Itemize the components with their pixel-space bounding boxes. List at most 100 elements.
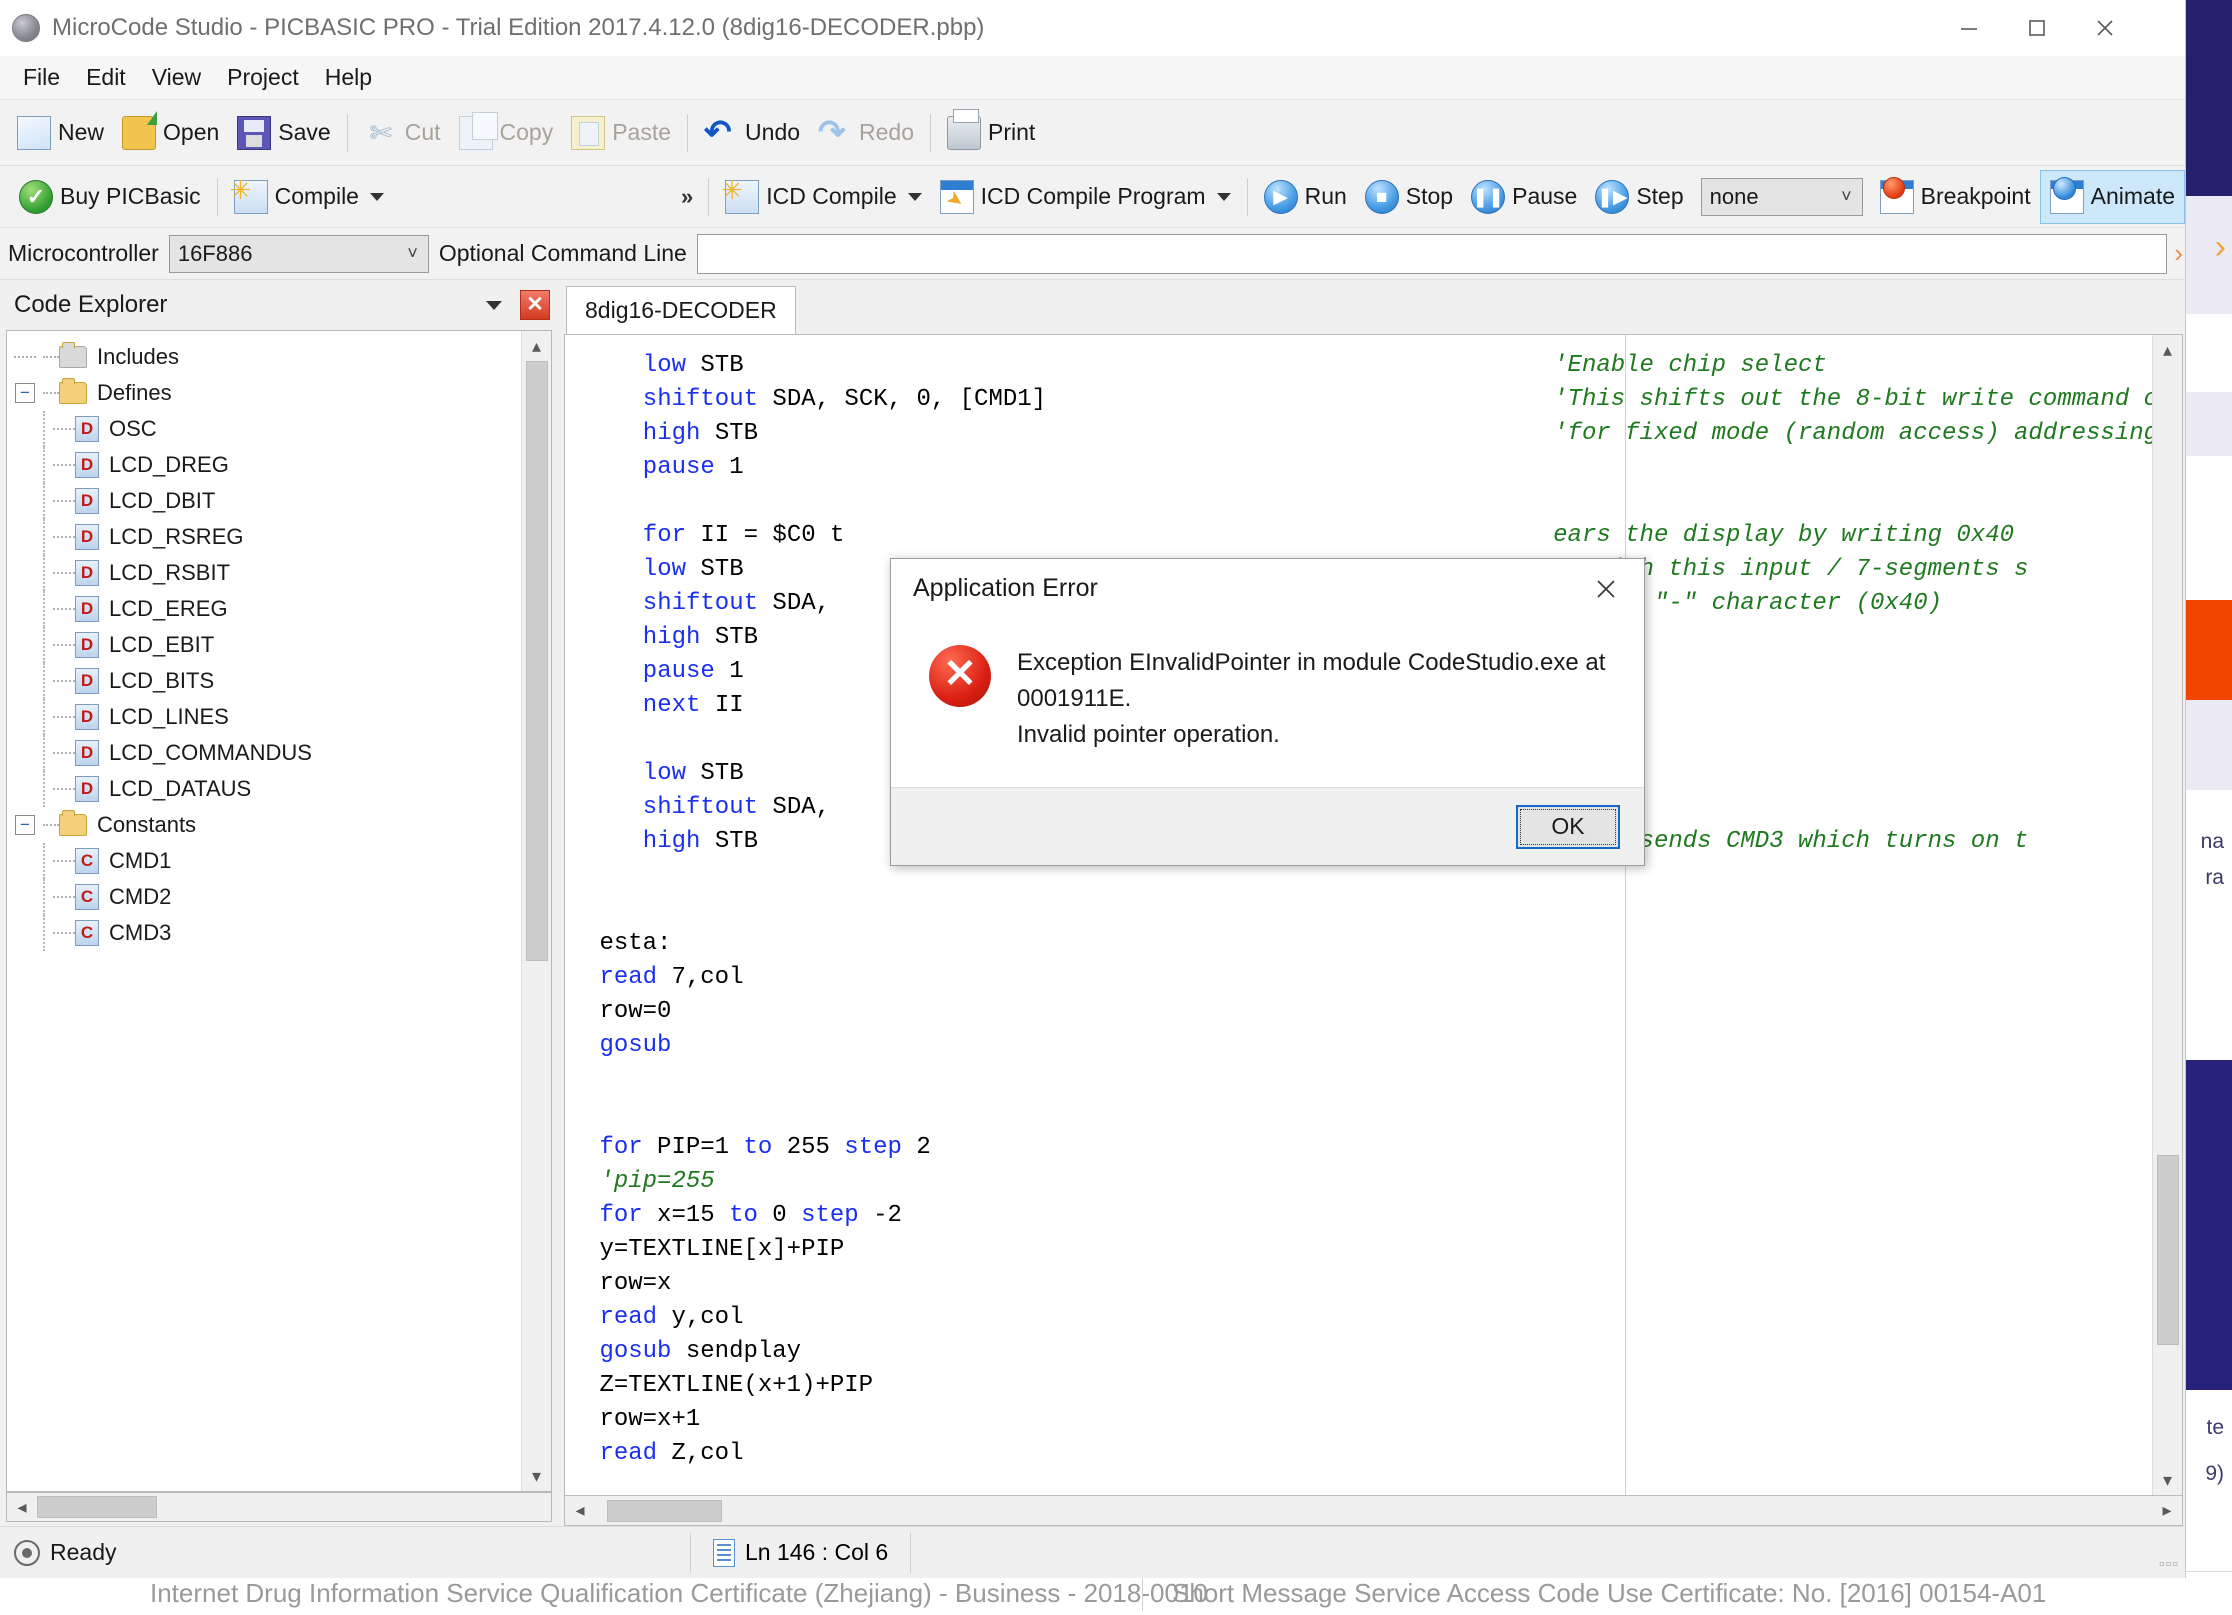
tree-item-label: LCD_DATAUS bbox=[109, 776, 252, 801]
tree-item-lcd-ereg[interactable]: D LCD_EREG bbox=[7, 591, 521, 627]
editor-vertical-scrollbar[interactable]: ▴ ▾ bbox=[2152, 335, 2182, 1495]
code-keyword: low bbox=[642, 556, 701, 583]
pause-button[interactable]: ❚❚ Pause bbox=[1462, 170, 1586, 224]
icd-compile-button[interactable]: ICD Compile bbox=[716, 170, 930, 224]
scroll-up-icon[interactable]: ▴ bbox=[2153, 335, 2183, 365]
code-editor[interactable]: low STB 'Enable chip select shiftout SDA, … bbox=[565, 335, 2152, 1495]
maximize-button[interactable] bbox=[2003, 0, 2071, 56]
tree-item-label: LCD_RSREG bbox=[109, 524, 244, 549]
menu-item-project[interactable]: Project bbox=[214, 60, 312, 95]
icd-compile-program-button[interactable]: ICD Compile Program bbox=[931, 170, 1240, 224]
print-button[interactable]: Print bbox=[938, 106, 1044, 160]
status-text: Ready bbox=[50, 1539, 117, 1565]
tree-item-cmd1[interactable]: C CMD1 bbox=[7, 843, 521, 879]
microcontroller-select[interactable]: 16F886 ˅ bbox=[168, 234, 429, 273]
scroll-down-icon[interactable]: ▾ bbox=[2153, 1465, 2183, 1495]
tree-item-lcd-ebit[interactable]: D LCD_EBIT bbox=[7, 627, 521, 663]
tree-item-cmd3[interactable]: C CMD3 bbox=[7, 915, 521, 951]
tree-item-lcd-dataus[interactable]: D LCD_DATAUS bbox=[7, 771, 521, 807]
tree-connector-line bbox=[53, 752, 75, 754]
code-identifier: row=x+1 bbox=[599, 1406, 701, 1433]
define-badge-icon: D bbox=[75, 452, 99, 478]
tree-item-lcd-dbit[interactable]: D LCD_DBIT bbox=[7, 483, 521, 519]
icd-compile-chevron-down-icon[interactable] bbox=[907, 192, 922, 201]
ok-button[interactable]: OK bbox=[1516, 804, 1620, 849]
editor-hscroll-thumb[interactable] bbox=[607, 1499, 722, 1522]
minimize-button[interactable] bbox=[1935, 0, 2003, 56]
close-icon[interactable] bbox=[1582, 569, 1630, 609]
close-button[interactable] bbox=[2071, 0, 2139, 56]
undo-button[interactable]: ↶ Undo bbox=[695, 106, 809, 160]
dialog-body: ✕ Exception EInvalidPointer in module Co… bbox=[891, 617, 1644, 787]
menu-item-edit[interactable]: Edit bbox=[73, 60, 139, 95]
background-footer-right-text: Short Message Service Access Code Use Ce… bbox=[1172, 1578, 2047, 1608]
tree-expander-icon[interactable]: − bbox=[15, 815, 35, 835]
define-badge-icon: D bbox=[75, 776, 99, 802]
run-button[interactable]: ▶ Run bbox=[1255, 170, 1356, 224]
resize-grip-icon[interactable]: ▫▫▫ bbox=[2159, 1556, 2179, 1574]
explorer-horizontal-scrollbar[interactable]: ◂ bbox=[6, 1492, 552, 1522]
breakpoint-button[interactable]: Breakpoint bbox=[1871, 170, 2040, 224]
tree-item-lcd-rsbit[interactable]: D LCD_RSBIT bbox=[7, 555, 521, 591]
menu-item-help[interactable]: Help bbox=[312, 60, 385, 95]
icd-compile-program-chevron-down-icon[interactable] bbox=[1216, 192, 1231, 201]
tree-item-includes[interactable]: Includes bbox=[7, 339, 521, 375]
code-identifier: 1 bbox=[729, 658, 744, 685]
step-circle-icon: ❚▶ bbox=[1595, 179, 1630, 214]
scroll-right-icon[interactable]: ▸ bbox=[2152, 1496, 2182, 1526]
scroll-left-icon[interactable]: ◂ bbox=[7, 1492, 37, 1522]
code-identifier: SDA, SCK, 0, [CMD1] bbox=[772, 386, 1047, 413]
breakpoint-icon bbox=[1879, 176, 1914, 214]
code-identifier: STB bbox=[700, 556, 744, 583]
editor-scroll-thumb[interactable] bbox=[2156, 1155, 2179, 1345]
tree-item-lcd-commandus[interactable]: D LCD_COMMANDUS bbox=[7, 735, 521, 771]
dialog-message-line-2: 0001911E. bbox=[1017, 685, 1132, 712]
step-mode-select[interactable]: none ˅ bbox=[1700, 177, 1863, 216]
play-circle-icon: ▶ bbox=[1263, 179, 1298, 214]
animate-button[interactable]: Animate bbox=[2039, 169, 2185, 224]
code-comment: 'Enable chip select bbox=[1553, 352, 1827, 379]
code-identifier: y,col bbox=[671, 1304, 744, 1331]
open-button[interactable]: Open bbox=[113, 106, 228, 160]
code-identifier: 0 bbox=[772, 1202, 802, 1229]
background-side-text-3: te bbox=[2206, 1416, 2224, 1439]
close-icon[interactable]: ✕ bbox=[520, 290, 550, 320]
tree-item-lcd-rsreg[interactable]: D LCD_RSREG bbox=[7, 519, 521, 555]
scroll-up-icon[interactable]: ▴ bbox=[522, 331, 552, 361]
scroll-left-icon[interactable]: ◂ bbox=[565, 1496, 595, 1526]
tab-8dig16-decoder[interactable]: 8dig16-DECODER bbox=[566, 286, 796, 334]
toolbar-overflow-button[interactable]: » bbox=[681, 184, 693, 210]
chevron-down-icon: ˅ bbox=[407, 243, 418, 263]
buy-picbasic-button[interactable]: ✓ Buy PICBasic bbox=[10, 170, 210, 224]
tree-item-lcd-dreg[interactable]: D LCD_DREG bbox=[7, 447, 521, 483]
code-keyword: next bbox=[642, 692, 715, 719]
chevron-down-icon[interactable] bbox=[486, 300, 502, 310]
command-line-input[interactable] bbox=[696, 233, 2167, 274]
dialog-title: Application Error bbox=[913, 573, 1098, 602]
explorer-vertical-scrollbar[interactable]: ▴ ▾ bbox=[521, 331, 551, 1491]
code-line-text: shiftout SDA, bbox=[643, 587, 830, 621]
ok-button-label: OK bbox=[1551, 813, 1585, 839]
explorer-scroll-thumb[interactable] bbox=[525, 361, 548, 961]
tree-item-lcd-lines[interactable]: D LCD_LINES bbox=[7, 699, 521, 735]
compile-button[interactable]: Compile bbox=[225, 170, 393, 224]
tree-item-lcd-bits[interactable]: D LCD_BITS bbox=[7, 663, 521, 699]
menu-item-view[interactable]: View bbox=[139, 60, 214, 95]
code-keyword: gosub bbox=[599, 1032, 672, 1059]
tree-expander-icon[interactable]: − bbox=[15, 383, 35, 403]
explorer-hscroll-thumb[interactable] bbox=[37, 1496, 157, 1518]
tree-item-constants[interactable]: − Constants bbox=[7, 807, 521, 843]
tree-item-osc[interactable]: D OSC bbox=[7, 411, 521, 447]
menu-item-file[interactable]: File bbox=[10, 60, 73, 95]
scroll-down-icon[interactable]: ▾ bbox=[522, 1461, 552, 1491]
stop-button[interactable]: ■ Stop bbox=[1356, 170, 1462, 224]
chevron-right-icon: › bbox=[2174, 238, 2183, 268]
compile-chevron-down-icon[interactable] bbox=[369, 192, 384, 201]
editor-horizontal-scrollbar[interactable]: ◂ ▸ bbox=[564, 1496, 2183, 1526]
save-button[interactable]: Save bbox=[228, 106, 339, 160]
tree-item-defines[interactable]: − Defines bbox=[7, 375, 521, 411]
code-line-text: for II = $C0 t bbox=[643, 519, 845, 553]
new-button[interactable]: New bbox=[8, 106, 113, 160]
tree-item-cmd2[interactable]: C CMD2 bbox=[7, 879, 521, 915]
step-button[interactable]: ❚▶ Step bbox=[1586, 170, 1692, 224]
